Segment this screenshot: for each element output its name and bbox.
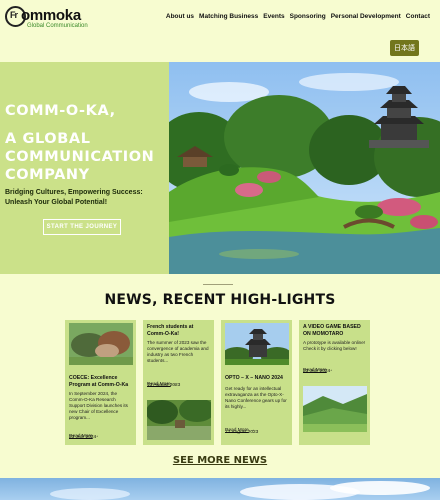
news-card-title: French students at Comm-O-Ka! <box>147 324 194 337</box>
news-card-date: 23 July 2024 <box>303 369 331 374</box>
news-card-image <box>69 323 133 365</box>
start-journey-button[interactable]: START THE JOURNEY <box>43 219 121 235</box>
news-card[interactable]: A VIDEO GAME BASED ON MOMOTARO A prototy… <box>299 320 370 445</box>
site-header: Fr ommoka Global Communication About us … <box>0 0 440 62</box>
news-card-date: 23 July 2024 <box>69 435 97 440</box>
news-card-title: A VIDEO GAME BASED ON MOMOTARO <box>303 324 361 337</box>
site-logo[interactable]: Fr ommoka Global Communication <box>5 6 88 29</box>
hero-title-line1: COMM-O-KA, <box>5 103 116 119</box>
nav-item-sponsoring[interactable]: Sponsoring <box>290 13 326 20</box>
news-card-text: A prototype is available online! Check i… <box>303 340 366 351</box>
news-card[interactable]: COECE: Excellence Program at Comm-O-Ka I… <box>65 320 136 445</box>
nav-item-about-us[interactable]: About us <box>166 13 194 20</box>
language-button[interactable]: 日本語 <box>390 40 419 56</box>
hero-subtitle: Bridging Cultures, Empowering Success: U… <box>5 189 143 206</box>
hero-title-line2: A GLOBAL COMMUNICATION COMPANY <box>5 131 155 183</box>
hero-garden-photo <box>169 62 440 274</box>
news-card-title: COECE: Excellence Program at Comm-O-Ka <box>69 375 129 388</box>
news-card-title: OPTO – X – NANO 2024 <box>225 375 283 381</box>
main-nav: About us Matching Business Events Sponso… <box>166 13 430 20</box>
news-heading: NEWS, RECENT HIGH-LIGHTS <box>104 292 336 308</box>
news-card-text: The summer of 2023 saw the convergence o… <box>147 340 209 363</box>
nav-item-contact[interactable]: Contact <box>406 13 430 20</box>
news-card[interactable]: OPTO – X – NANO 2024 Get ready for an in… <box>221 320 292 445</box>
garden-castle-illustration <box>169 62 440 274</box>
news-card-date: 13 August 2023 <box>147 383 181 388</box>
news-card-text: In September 2024, the Comm-O-Ka Researc… <box>69 391 128 420</box>
news-card-date: 12 August 2023 <box>225 430 259 435</box>
news-card-image <box>147 400 211 440</box>
news-card-image <box>225 323 289 365</box>
hero-title: COMM-O-KA, A GLOBAL COMMUNICATION COMPAN… <box>5 102 165 184</box>
hero-panel: COMM-O-KA, A GLOBAL COMMUNICATION COMPAN… <box>0 62 169 274</box>
footer-sky-image <box>0 478 440 500</box>
news-card-image <box>303 386 367 432</box>
logo-name: ommoka <box>21 7 81 24</box>
nav-item-events[interactable]: Events <box>263 13 284 20</box>
see-more-news-link[interactable]: SEE MORE NEWS <box>0 455 440 466</box>
news-card[interactable]: French students at Comm-O-Ka! The summer… <box>143 320 214 445</box>
logo-tagline: Global Communication <box>27 23 88 29</box>
news-card-text: Get ready for an intellectual extravagan… <box>225 386 287 409</box>
nav-item-personal-development[interactable]: Personal Development <box>331 13 401 20</box>
section-divider <box>203 284 233 285</box>
nav-item-matching-business[interactable]: Matching Business <box>199 13 258 20</box>
